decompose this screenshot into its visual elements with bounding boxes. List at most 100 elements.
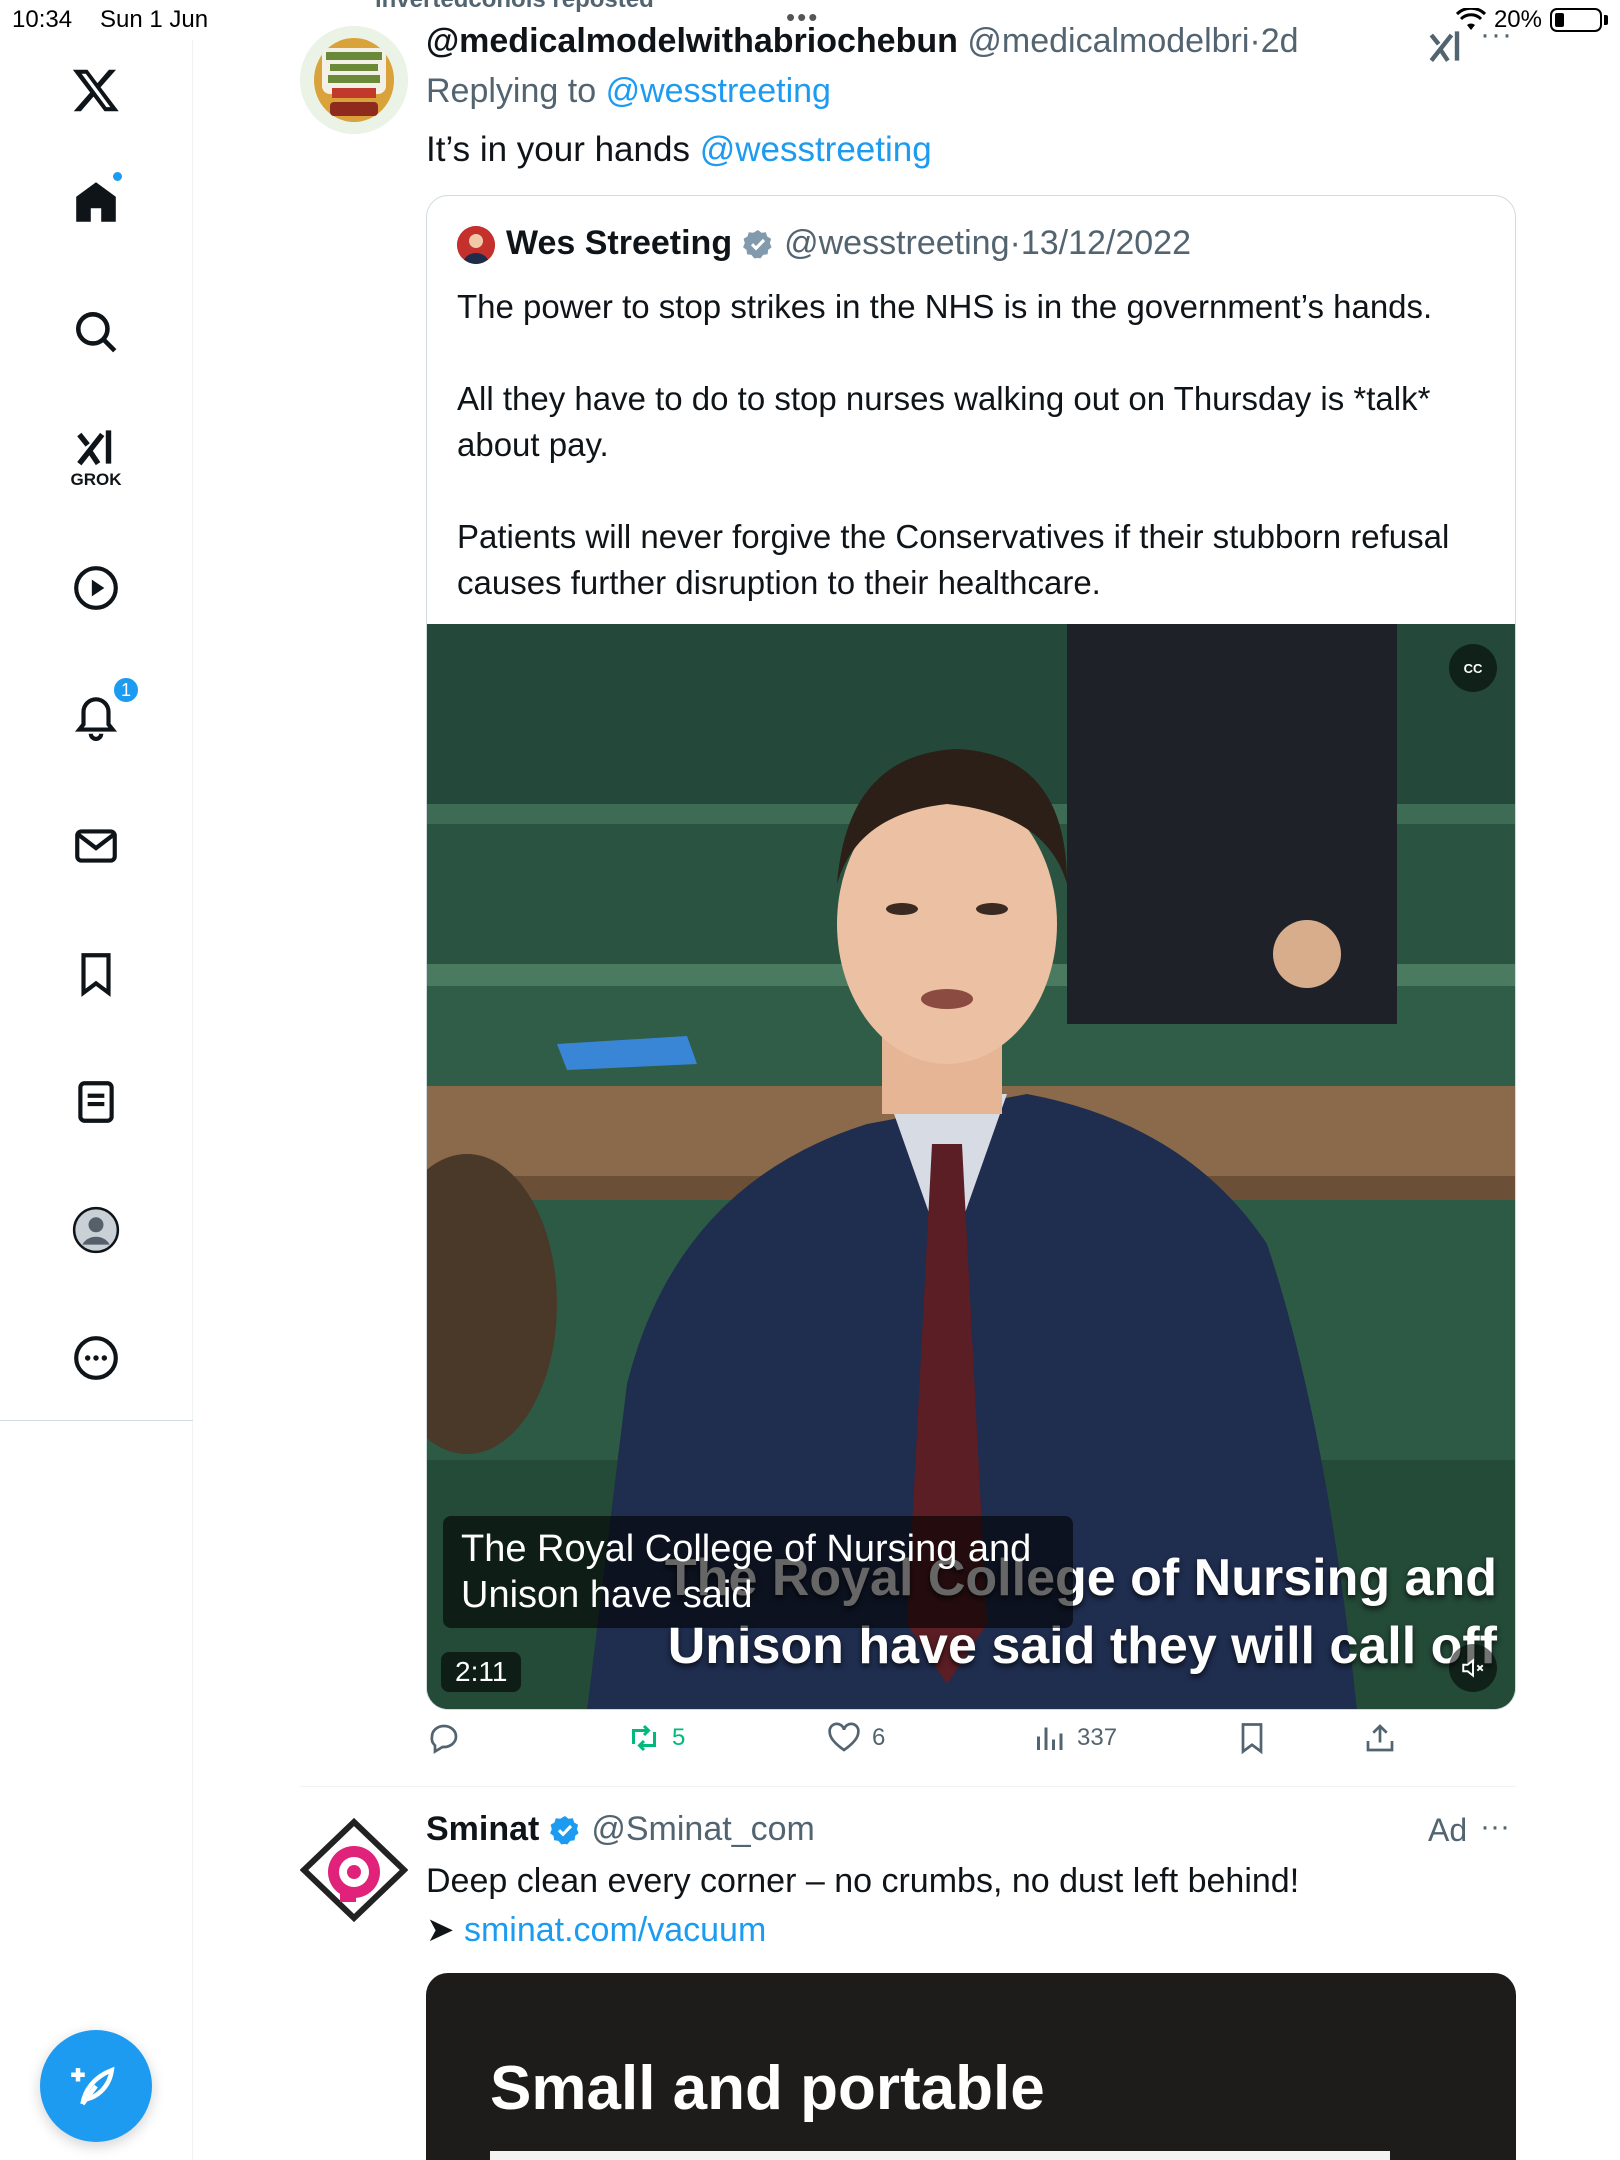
ad-media-second-line-cropped (490, 2151, 1390, 2160)
quoted-paragraph-1: The power to stop strikes in the NHS is … (457, 288, 1433, 325)
nav-profile[interactable] (60, 1194, 132, 1266)
quoted-paragraph-3: Patients will never forgive the Conserva… (457, 518, 1450, 601)
nav-messages[interactable] (60, 810, 132, 882)
arrow-icon: ➤ (426, 1911, 455, 1949)
retweet-icon (632, 1724, 656, 1752)
ad-media[interactable]: Small and portable (426, 1973, 1516, 2160)
reply-button[interactable] (426, 1720, 462, 1756)
general-medical-council-logo (300, 26, 408, 134)
quoted-avatar-image (457, 226, 495, 264)
closed-captions-button[interactable]: CC (1449, 644, 1497, 692)
like-count: 6 (872, 1724, 886, 1751)
grok-icon (77, 430, 112, 466)
play-circle-icon (74, 566, 118, 610)
ad-author-name[interactable]: Sminat (426, 1810, 539, 1849)
analytics-bars-icon (1037, 1727, 1063, 1750)
tweet-text: It’s in your hands @wesstreeting (426, 130, 932, 170)
nav-home[interactable] (60, 166, 132, 238)
nav-more[interactable] (60, 1322, 132, 1394)
repost-indicator[interactable]: invertedcohols reposted (375, 0, 654, 14)
compose-feather-icon (71, 2066, 115, 2106)
repost-text: invertedcohols reposted (375, 0, 654, 13)
quoted-author-name: Wes Streeting (506, 224, 733, 262)
mail-icon (75, 829, 117, 863)
share-upload-icon (1366, 1724, 1394, 1752)
tweet-action-bar: 5 6 337 (426, 1720, 1516, 1776)
status-date: Sun 1 Jun (100, 6, 209, 33)
nav-grok[interactable]: GROK (60, 420, 132, 492)
home-new-dot (111, 170, 124, 183)
replying-prefix: Replying to (426, 72, 597, 110)
retweet-count: 5 (672, 1724, 686, 1751)
nav-notifications[interactable]: 1 (60, 676, 140, 752)
view-count: 337 (1077, 1724, 1118, 1751)
author-avatar[interactable] (300, 26, 408, 134)
status-right: 20% (1455, 6, 1608, 34)
quoted-tweet-header: Wes Streeting @wesstreeting · 13/12/2022 (506, 224, 1191, 263)
nav-bookmarks[interactable] (60, 938, 132, 1010)
replying-to-line: Replying to @wesstreeting (426, 72, 831, 111)
reply-icon (430, 1724, 458, 1754)
author-display-name[interactable]: @medicalmodelwithabriochebun (426, 22, 958, 60)
bookmark-icon (81, 953, 111, 997)
compose-post-button[interactable] (40, 2030, 152, 2142)
sidebar-divider (0, 1420, 193, 1421)
quoted-date: 13/12/2022 (1020, 224, 1191, 262)
tweet-text-mention[interactable]: @wesstreeting (700, 130, 932, 169)
quoted-author-avatar (457, 226, 495, 264)
ad-media-headline: Small and portable (490, 2054, 1045, 2123)
views-button[interactable]: 337 (1031, 1720, 1117, 1756)
battery-icon (1550, 8, 1602, 32)
mute-button[interactable] (1449, 1644, 1497, 1692)
replying-to-mention[interactable]: @wesstreeting (606, 72, 831, 110)
ad-author-avatar[interactable] (300, 1816, 408, 1924)
share-button[interactable] (1362, 1720, 1398, 1756)
ad-link-line: ➤ sminat.com/vacuum (426, 1910, 766, 1950)
tweet-time[interactable]: 2d (1261, 22, 1299, 60)
bell-icon (74, 697, 118, 741)
bookmark-button[interactable] (1234, 1720, 1270, 1756)
sminat-logo (300, 1816, 408, 1924)
search-icon (76, 312, 117, 353)
speaker-muted-icon (1462, 1658, 1484, 1678)
like-button[interactable]: 6 (826, 1720, 885, 1756)
bookmark-icon (1241, 1723, 1263, 1755)
video-player[interactable]: CC The Royal College of Nursing and Unis… (427, 624, 1515, 1709)
ad-more-button[interactable]: ··· (1480, 1810, 1510, 1844)
notifications-badge: 1 (112, 676, 140, 704)
video-subtitle-caption: The Royal College of Nursing and Unison … (443, 1516, 1073, 1628)
nav-video[interactable] (60, 552, 132, 624)
retweet-button[interactable]: 5 (626, 1720, 685, 1756)
quoted-time-separator: · (1009, 224, 1021, 262)
time-separator: · (1249, 22, 1261, 60)
home-icon (76, 182, 116, 222)
profile-avatar-icon (72, 1206, 120, 1254)
status-time: 10:34 (12, 6, 73, 33)
tweet-more-button[interactable]: ··· (1480, 18, 1513, 52)
video-duration: 2:11 (441, 1652, 522, 1692)
list-document-icon (78, 1081, 114, 1123)
quoted-tweet-text: The power to stop strikes in the NHS is … (457, 284, 1497, 652)
nav-explore[interactable] (60, 296, 132, 368)
quoted-tweet-card[interactable]: Wes Streeting @wesstreeting · 13/12/2022 T… (426, 195, 1516, 1710)
ad-label: Ad (1428, 1812, 1468, 1848)
author-username[interactable]: @medicalmodelbri (967, 22, 1249, 60)
verified-badge-blue-icon (550, 1815, 579, 1844)
ad-text: Deep clean every corner – no crumbs, no … (426, 1862, 1300, 1900)
quoted-author-handle: @wesstreeting (784, 224, 1010, 262)
ad-author-handle[interactable]: @Sminat_com (591, 1810, 814, 1849)
cc-label: CC (1463, 660, 1483, 676)
heart-icon (828, 1722, 860, 1752)
tweet-text-body: It’s in your hands (426, 130, 690, 169)
battery-tip (1604, 15, 1608, 25)
nav-lists[interactable] (60, 1066, 132, 1138)
tweet-header: @medicalmodelwithabriochebun @medicalmod… (426, 22, 1299, 61)
verified-badge-grey-icon (743, 229, 772, 258)
quoted-paragraph-2: All they have to do to stop nurses walki… (457, 380, 1431, 463)
tweet-separator (300, 1786, 1516, 1787)
ad-link[interactable]: sminat.com/vacuum (464, 1911, 766, 1949)
more-circle-icon (74, 1336, 118, 1380)
grok-label: GROK (70, 470, 122, 489)
x-logo-icon[interactable] (60, 54, 132, 126)
grok-explain-icon[interactable] (1424, 24, 1468, 68)
